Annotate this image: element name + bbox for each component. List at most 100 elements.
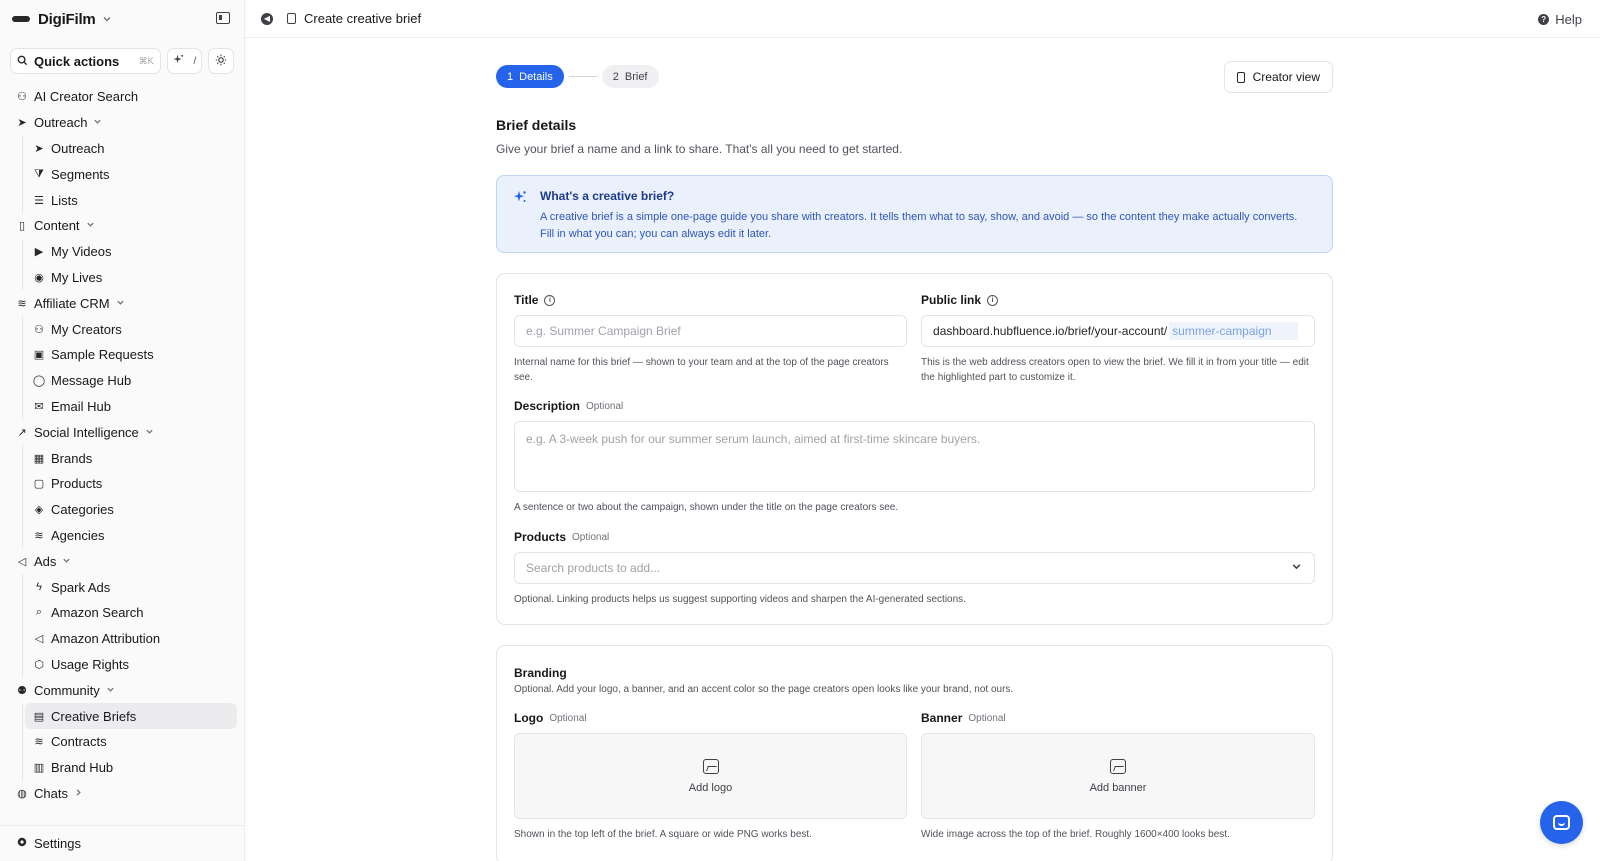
sidebar-item-content[interactable]: ▯ Content (0, 213, 244, 239)
creator-view-label: Creator view (1252, 70, 1320, 84)
mail-icon: ✉ (34, 400, 44, 413)
sidebar-item-brands[interactable]: ▦ Brands (23, 445, 244, 471)
sidebar-item-outreach[interactable]: ➤ Outreach (0, 110, 244, 136)
add-banner-label: Add banner (1089, 781, 1147, 794)
topbar: ◀ Create creative brief ? Help (245, 0, 1600, 38)
public-link-input[interactable]: dashboard.hubfluence.io/brief/your-accou… (921, 315, 1315, 347)
sidebar-item-label: Brands (51, 450, 93, 466)
sidebar-item-my-videos[interactable]: ▶ My Videos (23, 239, 244, 265)
chat-icon (1553, 815, 1570, 830)
quick-actions-shortcut: ⌘K (138, 55, 154, 66)
quick-actions-button[interactable]: Quick actions ⌘K (10, 48, 161, 74)
sidebar-item-social-intelligence[interactable]: ↗ Social Intelligence (0, 419, 244, 445)
sidebar-item-label: Products (51, 476, 103, 492)
sidebar-item-email-hub[interactable]: ✉ Email Hub (23, 394, 244, 420)
sidebar-item-label: Amazon Search (51, 605, 144, 621)
optional-tag: Optional (549, 712, 587, 724)
clipboard-icon: ▤ (33, 710, 45, 723)
sidebar-item-sample-requests[interactable]: ▣ Sample Requests (23, 342, 244, 368)
sidebar-item-label: Content (34, 218, 80, 234)
sidebar-item-label: My Creators (51, 321, 122, 337)
public-link-label: Public link i (921, 293, 1315, 307)
sidebar-item-brand-hub[interactable]: ▥ Brand Hub (23, 755, 244, 781)
info-icon[interactable]: i (987, 294, 999, 306)
slash-shortcut: / (193, 55, 197, 67)
sidebar-item-products[interactable]: ▢ Products (23, 471, 244, 497)
sparkle-icon (513, 190, 527, 204)
chevron-down-icon (1291, 561, 1302, 575)
list-icon: ☰ (34, 194, 44, 207)
sidebar-item-label: Spark Ads (51, 579, 111, 595)
chevron-down-icon[interactable] (116, 298, 125, 309)
sidebar-item-lists[interactable]: ☰ Lists (23, 187, 244, 213)
sidebar-item-amazon-attribution[interactable]: ◁ Amazon Attribution (23, 626, 244, 652)
sidebar-item-ads[interactable]: ◁ Ads (0, 548, 244, 574)
sidebar-toggle-icon[interactable] (216, 12, 230, 24)
sidebar-item-outreach[interactable]: ➤ Outreach (23, 136, 244, 162)
sidebar-item-segments[interactable]: ⧩ Segments (23, 161, 244, 187)
sparkle-icon (173, 54, 184, 68)
sidebar-item-label: Agencies (51, 527, 105, 543)
chevron-down-icon[interactable] (145, 427, 154, 438)
sidebar-item-my-lives[interactable]: ◉ My Lives (23, 265, 244, 291)
step-number: 1 (507, 70, 514, 83)
chevron-down-icon[interactable] (86, 220, 95, 231)
link-slug[interactable]: summer-campaign (1169, 322, 1298, 340)
chat-launcher-button[interactable] (1540, 801, 1583, 844)
phone-icon (1236, 71, 1245, 83)
sidebar-item-categories[interactable]: ◈ Categories (23, 497, 244, 523)
sidebar-item-settings[interactable]: Settings (0, 825, 244, 861)
description-textarea[interactable]: e.g. A 3-week push for our summer serum … (514, 421, 1315, 492)
help-button[interactable]: ? Help (1538, 12, 1582, 27)
chevron-down-icon[interactable] (62, 556, 71, 567)
send-icon: ➤ (17, 117, 27, 130)
sidebar-item-creative-briefs[interactable]: ▤ Creative Briefs (25, 703, 237, 729)
add-logo-button[interactable]: Add logo (514, 733, 908, 819)
banner-field: Banner Optional Add banner Wide image ac… (921, 711, 1315, 842)
logo-hint: Shown in the top left of the brief. A sq… (514, 829, 812, 840)
ai-actions-button[interactable]: / (166, 48, 203, 74)
info-callout: What's a creative brief? A creative brie… (496, 175, 1333, 253)
gift-icon: ▣ (33, 349, 45, 362)
help-icon: ? (1538, 14, 1550, 25)
title-label: Title i (514, 293, 907, 307)
sidebar-item-label: Usage Rights (51, 656, 130, 672)
message-icon: ◯ (32, 375, 46, 388)
sidebar-item-label: Lists (51, 192, 78, 208)
sidebar-item-agencies[interactable]: ≋ Agencies (23, 523, 244, 549)
label-text: Logo (514, 711, 544, 725)
creator-view-button[interactable]: Creator view (1223, 61, 1333, 93)
products-select[interactable]: Search products to add... (514, 552, 1315, 584)
sidebar-item-spark-ads[interactable]: ϟ Spark Ads (23, 574, 244, 600)
add-banner-button[interactable]: Add banner (921, 733, 1315, 819)
theme-toggle-button[interactable] (208, 48, 234, 74)
chat-icon: ◍ (17, 787, 27, 800)
page-title: Create creative brief (304, 11, 422, 26)
info-icon[interactable]: i (544, 294, 556, 306)
title-input[interactable]: e.g. Summer Campaign Brief (514, 315, 908, 347)
step-brief[interactable]: 2 Brief (601, 65, 659, 88)
sidebar-item-label: Brand Hub (51, 760, 114, 776)
sidebar-nav: ⚇ AI Creator Search ➤ Outreach ➤ Outreach ⧩ Seg… (0, 78, 244, 806)
step-label: Details (519, 70, 553, 83)
sidebar-item-community[interactable]: ⚉ Community (0, 677, 244, 703)
sidebar-item-contracts[interactable]: ≋ Contracts (23, 729, 244, 755)
public-link-field: Public link i dashboard.hubfluence.io/br… (921, 293, 1315, 385)
sidebar-item-ai-creator-search[interactable]: ⚇ AI Creator Search (0, 84, 244, 110)
sidebar-item-label: Message Hub (51, 373, 132, 389)
sidebar-item-message-hub[interactable]: ◯ Message Hub (23, 368, 244, 394)
chevron-down-icon[interactable] (93, 117, 102, 128)
sidebar-item-label: Ads (34, 553, 57, 569)
users-icon: ⚇ (34, 323, 44, 336)
back-arrow-icon[interactable]: ◀ (261, 12, 273, 25)
sidebar-item-usage-rights[interactable]: ⬡ Usage Rights (23, 652, 244, 678)
chevron-right-icon[interactable] (74, 788, 83, 799)
products-hint: Optional. Linking products helps us sugg… (514, 594, 966, 605)
sidebar-item-affiliate-crm[interactable]: ≋ Affiliate CRM (0, 290, 244, 316)
step-details[interactable]: 1 Details (496, 65, 564, 88)
sidebar-item-amazon-search[interactable]: ⌕ Amazon Search (23, 600, 244, 626)
chevron-down-icon[interactable] (106, 685, 115, 696)
sidebar-item-chats[interactable]: ◍ Chats (0, 781, 244, 807)
brand-switcher[interactable]: DigiFilm (0, 0, 244, 38)
sidebar-item-my-creators[interactable]: ⚇ My Creators (23, 316, 244, 342)
